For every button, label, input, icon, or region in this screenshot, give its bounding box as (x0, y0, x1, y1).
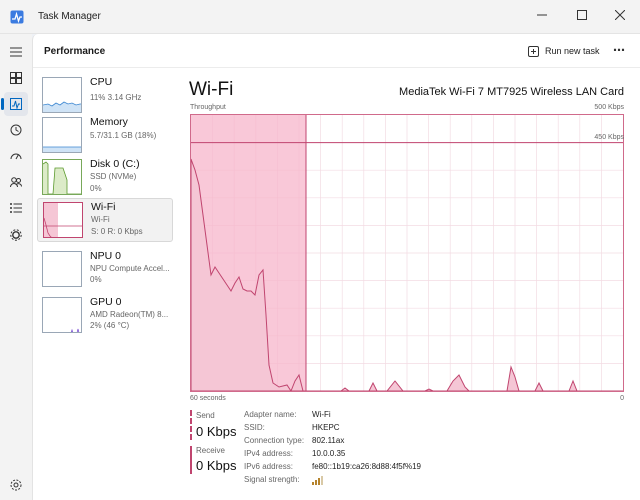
tile-name: GPU 0 (90, 296, 122, 308)
tile-name: NPU 0 (90, 250, 121, 262)
max-scale-label: 500 Kbps (594, 104, 624, 111)
info-value: 10.0.0.35 (312, 449, 346, 458)
minimize-icon (537, 14, 547, 16)
settings-icon (10, 479, 22, 491)
throughput-graph (190, 114, 624, 393)
info-value: fe80::1b19:ca26:8d88:4f5f%19 (312, 462, 421, 471)
services-icon (10, 229, 22, 241)
send-indicator (190, 410, 192, 440)
page-title: Performance (44, 46, 106, 57)
cpu-thumbnail-graph (42, 77, 82, 113)
nav-details[interactable] (4, 196, 28, 220)
task-manager-app-icon (10, 10, 24, 24)
tile-sub: AMD Radeon(TM) 8... (90, 310, 169, 319)
close-button[interactable] (600, 0, 640, 30)
tile-memory[interactable]: Memory 5.7/31.1 GB (18%) (37, 114, 173, 158)
maximize-icon (577, 10, 587, 20)
page-header: Performance Run new task ⋯ (33, 34, 640, 68)
nav-startup-apps[interactable] (4, 144, 28, 168)
info-key: IPv4 address: (244, 449, 293, 458)
nav-services[interactable] (4, 223, 28, 247)
tile-sub: SSD (NVMe) (90, 172, 137, 181)
nav-performance[interactable] (1, 92, 28, 116)
nav-settings[interactable] (4, 473, 28, 497)
info-connection-type: Connection type: 802.11ax (244, 436, 464, 448)
info-key: SSID: (244, 423, 265, 432)
tile-name: Wi-Fi (91, 201, 116, 213)
tile-sub: S: 0 R: 0 Kbps (91, 227, 143, 236)
tile-name: Memory (90, 116, 128, 128)
send-value: 0 Kbps (196, 424, 237, 439)
signal-strength-icon (312, 476, 323, 485)
tile-sub: 5.7/31.1 GB (18%) (90, 131, 157, 140)
app-history-icon (10, 124, 22, 136)
info-key: IPv6 address: (244, 462, 293, 471)
info-value: Wi-Fi (312, 410, 331, 419)
hamburger-menu-button[interactable] (4, 40, 28, 64)
gpu-thumbnail-graph (42, 297, 82, 333)
maximize-button[interactable] (562, 0, 602, 30)
tile-gpu[interactable]: GPU 0 AMD Radeon(TM) 8... 2% (46 °C) (37, 294, 173, 338)
info-adapter-name: Adapter name: Wi-Fi (244, 410, 464, 422)
tile-wifi[interactable]: Wi-Fi Wi-Fi S: 0 R: 0 Kbps (37, 198, 173, 242)
main-content: Performance Run new task ⋯ CPU 11% 3.14 … (32, 34, 640, 500)
processes-icon (10, 72, 22, 84)
memory-thumbnail-graph (42, 117, 82, 153)
tile-sub: 11% 3.14 GHz (90, 93, 142, 102)
axis-zero-label: 0 (620, 395, 624, 402)
close-icon (615, 10, 625, 20)
navigation-rail (0, 34, 32, 500)
tile-cpu[interactable]: CPU 11% 3.14 GHz (37, 74, 173, 118)
run-task-icon (528, 45, 539, 57)
tile-name: CPU (90, 76, 113, 88)
wifi-thumbnail-graph (43, 202, 83, 238)
more-options-button[interactable]: ⋯ (613, 43, 626, 57)
receive-indicator (190, 446, 192, 474)
info-key: Signal strength: (244, 475, 300, 484)
receive-label: Receive (196, 446, 225, 455)
receive-value: 0 Kbps (196, 458, 237, 473)
send-label: Send (196, 411, 215, 420)
tile-npu[interactable]: NPU 0 NPU Compute Accel... 0% (37, 248, 173, 292)
hamburger-icon (10, 47, 22, 57)
info-value: HKEPC (312, 423, 340, 432)
users-icon (10, 177, 22, 188)
performance-icon (10, 98, 22, 110)
tile-name: Disk 0 (C:) (90, 158, 140, 170)
nav-app-history[interactable] (4, 118, 28, 142)
nav-users[interactable] (4, 170, 28, 194)
info-key: Connection type: (244, 436, 305, 445)
window-title: Task Manager (38, 11, 101, 22)
tile-sub: 2% (46 °C) (90, 321, 130, 330)
detail-title: Wi-Fi (189, 79, 234, 100)
disk-thumbnail-graph (42, 159, 82, 195)
run-new-task-label: Run new task (545, 46, 600, 56)
adapter-model: MediaTek Wi-Fi 7 MT7925 Wireless LAN Car… (399, 86, 624, 98)
tile-sub: NPU Compute Accel... (90, 264, 170, 273)
details-icon (10, 203, 22, 213)
npu-thumbnail-graph (42, 251, 82, 287)
line-scale-label: 450 Kbps (594, 134, 624, 141)
title-bar: Task Manager (0, 0, 640, 34)
tile-sub: 0% (90, 275, 102, 284)
time-window-label: 60 seconds (190, 395, 226, 402)
tile-disk[interactable]: Disk 0 (C:) SSD (NVMe) 0% (37, 156, 173, 200)
minimize-button[interactable] (522, 0, 562, 30)
info-ipv4: IPv4 address: 10.0.0.35 (244, 449, 464, 461)
throughput-label: Throughput (190, 104, 226, 111)
startup-apps-icon (10, 153, 22, 160)
run-new-task-button[interactable]: Run new task (528, 41, 600, 61)
info-key: Adapter name: (244, 410, 297, 419)
tile-sub: 0% (90, 184, 102, 193)
nav-processes[interactable] (4, 66, 28, 90)
info-signal-strength: Signal strength: (244, 475, 464, 487)
info-value: 802.11ax (312, 436, 345, 445)
info-ipv6: IPv6 address: fe80::1b19:ca26:8d88:4f5f%… (244, 462, 464, 474)
tile-sub: Wi-Fi (91, 215, 110, 224)
info-ssid: SSID: HKEPC (244, 423, 464, 435)
